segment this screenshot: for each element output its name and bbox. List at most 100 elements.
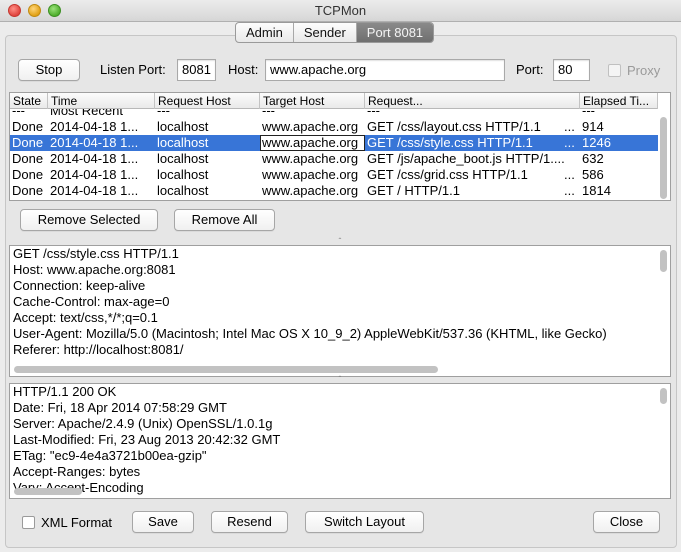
title-bar: TCPMon <box>0 0 681 22</box>
tab-sender[interactable]: Sender <box>294 23 357 42</box>
request-line: GET /css/style.css HTTP/1.1 <box>13 246 179 261</box>
table-row[interactable]: Done 2014-04-18 1... localhost www.apach… <box>10 183 658 199</box>
window-title: TCPMon <box>314 3 367 18</box>
proxy-checkbox[interactable] <box>608 64 621 77</box>
xml-format-label: XML Format <box>41 515 113 530</box>
cell-target-host: www.apache.org <box>262 183 359 198</box>
table-vertical-scrollbar[interactable] <box>660 117 667 199</box>
tab-port-8081[interactable]: Port 8081 <box>356 23 434 42</box>
listen-port-label: Listen Port: <box>100 62 166 77</box>
column-header-state[interactable]: State <box>10 93 48 109</box>
cell-time: 2014-04-18 1... <box>50 183 139 198</box>
request-text-pane[interactable]: GET /css/style.css HTTP/1.1 Host: www.ap… <box>9 245 671 377</box>
connections-table[interactable]: State Time Request Host Target Host Requ… <box>9 92 671 201</box>
host-label: Host: <box>228 62 259 77</box>
table-row-most-recent[interactable]: --- Most Recent --- --- --- --- <box>10 109 658 119</box>
response-text-pane[interactable]: HTTP/1.1 200 OK Date: Fri, 18 Apr 2014 0… <box>9 383 671 499</box>
listen-port-input[interactable]: 8081 <box>177 59 216 81</box>
table-row[interactable]: Done 2014-04-18 1... localhost www.apach… <box>10 151 658 167</box>
cell-time: 2014-04-18 1... <box>50 135 139 150</box>
cell-request: GET /css/layout.css HTTP/1.1 <box>367 119 541 134</box>
cell-target-host-focused[interactable]: www.apache.org <box>260 135 365 151</box>
cell-request-ellipsis: ... <box>564 183 575 198</box>
cell-request: GET /js/apache_boot.js HTTP/1.... <box>367 151 565 166</box>
request-line: Host: www.apache.org:8081 <box>13 262 176 277</box>
cell-time: Most Recent <box>50 109 123 118</box>
stop-button[interactable]: Stop <box>18 59 80 81</box>
cell-state: --- <box>12 109 25 118</box>
cell-request-host: localhost <box>157 151 209 166</box>
cell-request: --- <box>367 109 380 118</box>
port-label: Port: <box>516 62 544 77</box>
cell-elapsed: 586 <box>582 167 604 182</box>
table-body: --- Most Recent --- --- --- --- Done 201… <box>10 109 658 199</box>
cell-request: GET /css/grid.css HTTP/1.1 <box>367 167 528 182</box>
cell-time: 2014-04-18 1... <box>50 151 139 166</box>
cell-elapsed: 1814 <box>582 183 611 198</box>
tab-admin[interactable]: Admin <box>236 23 294 42</box>
proxy-label: Proxy <box>627 63 661 78</box>
cell-request-host: localhost <box>157 167 209 182</box>
zoom-window-icon[interactable] <box>48 4 61 17</box>
switch-layout-button[interactable]: Switch Layout <box>305 511 424 533</box>
cell-target-host: www.apache.org <box>262 167 359 182</box>
cell-request-ellipsis: ... <box>564 135 575 150</box>
cell-elapsed: --- <box>582 109 595 118</box>
cell-elapsed: 914 <box>582 119 604 134</box>
save-button[interactable]: Save <box>132 511 194 533</box>
table-row-selected[interactable]: Done 2014-04-18 1... localhost www.apach… <box>10 135 658 151</box>
remove-selected-button[interactable]: Remove Selected <box>20 209 158 231</box>
cell-elapsed: 632 <box>582 151 604 166</box>
cell-target-host: www.apache.org <box>262 151 359 166</box>
request-line: Referer: http://localhost:8081/ <box>13 342 184 357</box>
response-vertical-scrollbar[interactable] <box>660 388 667 404</box>
request-vertical-scrollbar[interactable] <box>660 250 667 272</box>
request-line: Connection: keep-alive <box>13 278 146 293</box>
cell-request-host: --- <box>157 109 170 118</box>
cell-request-host: localhost <box>157 119 209 134</box>
column-header-elapsed-time[interactable]: Elapsed Ti... <box>580 93 658 109</box>
column-header-request[interactable]: Request... <box>365 93 580 109</box>
port-input[interactable]: 80 <box>553 59 590 81</box>
response-line: Accept-Ranges: bytes <box>13 464 141 479</box>
cell-state: Done <box>12 119 44 134</box>
remove-all-button[interactable]: Remove All <box>174 209 275 231</box>
table-row[interactable]: Done 2014-04-18 1... localhost www.apach… <box>10 119 658 135</box>
cell-request-ellipsis: ... <box>564 167 575 182</box>
response-line: Last-Modified: Fri, 23 Aug 2013 20:42:32… <box>13 432 281 447</box>
cell-state: Done <box>12 135 44 150</box>
column-header-time[interactable]: Time <box>48 93 155 109</box>
request-line: Cache-Control: max-age=0 <box>13 294 170 309</box>
cell-request: GET / HTTP/1.1 <box>367 183 460 198</box>
cell-target-host: www.apache.org <box>262 119 359 134</box>
response-horizontal-scrollbar[interactable] <box>14 488 82 495</box>
cell-request-ellipsis: ... <box>564 119 575 134</box>
cell-time: 2014-04-18 1... <box>50 119 139 134</box>
resend-button[interactable]: Resend <box>211 511 288 533</box>
cell-state: Done <box>12 167 44 182</box>
table-header: State Time Request Host Target Host Requ… <box>10 93 658 109</box>
close-window-icon[interactable] <box>8 4 21 17</box>
column-header-target-host[interactable]: Target Host <box>260 93 365 109</box>
request-line: User-Agent: Mozilla/5.0 (Macintosh; Inte… <box>13 326 607 341</box>
response-line: ETag: "ec9-4e4a3721b00ea-gzip" <box>13 448 207 463</box>
request-horizontal-scrollbar[interactable] <box>14 366 438 373</box>
cell-request: GET /css/style.css HTTP/1.1 <box>367 135 533 150</box>
minimize-window-icon[interactable] <box>28 4 41 17</box>
cell-target-host: --- <box>262 109 275 118</box>
response-line: Vary: Accept-Encoding <box>13 480 144 495</box>
host-input[interactable]: www.apache.org <box>265 59 505 81</box>
response-line: Server: Apache/2.4.9 (Unix) OpenSSL/1.0.… <box>13 416 273 431</box>
cell-time: 2014-04-18 1... <box>50 167 139 182</box>
cell-state: Done <box>12 183 44 198</box>
tab-bar: Admin Sender Port 8081 <box>235 22 435 43</box>
response-line: Date: Fri, 18 Apr 2014 07:58:29 GMT <box>13 400 227 415</box>
table-row[interactable]: Done 2014-04-18 1... localhost www.apach… <box>10 167 658 183</box>
xml-format-checkbox[interactable] <box>22 516 35 529</box>
cell-elapsed: 1246 <box>582 135 611 150</box>
cell-state: Done <box>12 151 44 166</box>
response-line: HTTP/1.1 200 OK <box>13 384 117 399</box>
cell-request-host: localhost <box>157 135 209 150</box>
column-header-request-host[interactable]: Request Host <box>155 93 260 109</box>
close-button[interactable]: Close <box>593 511 660 533</box>
